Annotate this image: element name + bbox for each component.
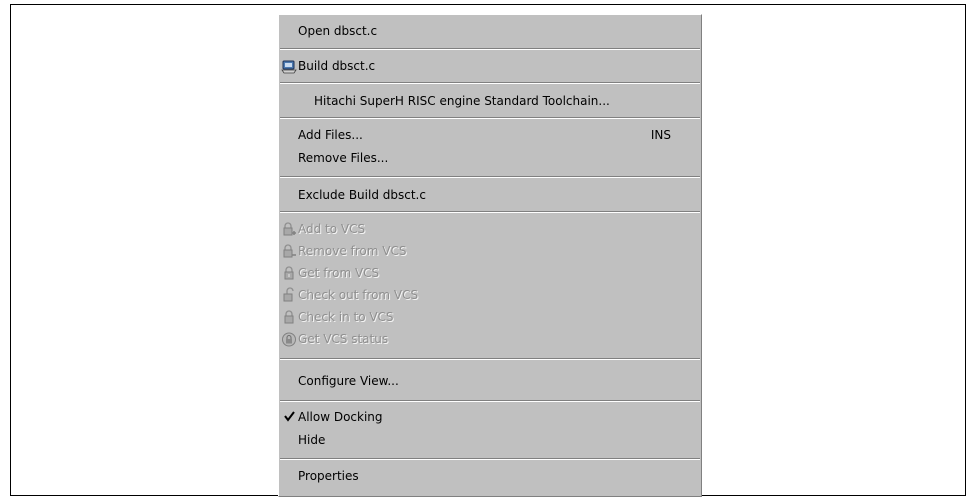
menu-item-toolchain-label: Hitachi SuperH RISC engine Standard Tool… — [314, 94, 610, 108]
menu-item-checkout-vcs-label: Check out from VCS — [298, 288, 419, 302]
context-menu: Open dbsct.c Build dbsct.c Hitachi Super… — [278, 14, 702, 497]
vcs-get-icon — [281, 265, 297, 281]
menu-item-exclude-build[interactable]: Exclude Build dbsct.c — [279, 184, 701, 206]
menu-item-checkin-vcs-label: Check in to VCS — [298, 310, 394, 324]
menu-item-remove-files[interactable]: Remove Files... — [279, 147, 701, 169]
menu-separator — [280, 117, 700, 119]
menu-item-get-vcs[interactable]: Get from VCS — [279, 262, 701, 284]
menu-item-add-vcs[interactable]: Add to VCS — [279, 218, 701, 240]
menu-separator — [280, 211, 700, 213]
menu-item-status-vcs[interactable]: Get VCS status — [279, 328, 701, 350]
menu-item-allow-docking[interactable]: Allow Docking — [279, 406, 701, 428]
vcs-checkout-icon — [281, 287, 297, 303]
build-icon — [281, 58, 297, 74]
menu-item-hide[interactable]: Hide — [279, 429, 701, 451]
menu-item-get-vcs-label: Get from VCS — [298, 266, 380, 280]
menu-item-exclude-build-label: Exclude Build dbsct.c — [298, 188, 426, 202]
menu-item-configure-view-label: Configure View... — [298, 374, 399, 388]
menu-item-add-files-label: Add Files... — [298, 128, 363, 142]
vcs-status-icon — [281, 331, 297, 347]
menu-item-checkout-vcs[interactable]: Check out from VCS — [279, 284, 701, 306]
menu-separator — [280, 48, 700, 50]
menu-item-hide-label: Hide — [298, 433, 326, 447]
shortcut-label: INS — [650, 128, 671, 142]
menu-item-add-vcs-label: Add to VCS — [298, 222, 366, 236]
menu-item-toolchain[interactable]: Hitachi SuperH RISC engine Standard Tool… — [279, 90, 701, 112]
menu-item-checkin-vcs[interactable]: Check in to VCS — [279, 306, 701, 328]
menu-item-build-label: Build dbsct.c — [298, 59, 376, 73]
menu-separator — [280, 82, 700, 84]
menu-item-build[interactable]: Build dbsct.c — [279, 55, 701, 77]
menu-item-remove-vcs-label: Remove from VCS — [298, 244, 407, 258]
menu-item-properties[interactable]: Properties — [279, 465, 701, 487]
menu-separator — [280, 400, 700, 402]
menu-item-status-vcs-label: Get VCS status — [298, 332, 389, 346]
menu-item-open-label: Open dbsct.c — [298, 24, 378, 38]
menu-item-remove-files-label: Remove Files... — [298, 151, 389, 165]
menu-separator — [280, 176, 700, 178]
checkmark-icon — [282, 408, 298, 424]
menu-item-configure-view[interactable]: Configure View... — [279, 370, 701, 392]
menu-item-remove-vcs[interactable]: Remove from VCS — [279, 240, 701, 262]
menu-item-properties-label: Properties — [298, 469, 359, 483]
vcs-remove-icon — [281, 243, 297, 259]
menu-item-allow-docking-label: Allow Docking — [298, 410, 383, 424]
menu-separator — [280, 358, 700, 360]
menu-item-open[interactable]: Open dbsct.c — [279, 20, 701, 42]
vcs-checkin-icon — [281, 309, 297, 325]
vcs-add-icon — [281, 221, 297, 237]
menu-separator — [280, 458, 700, 460]
menu-item-add-files[interactable]: Add Files... INS — [279, 124, 701, 146]
